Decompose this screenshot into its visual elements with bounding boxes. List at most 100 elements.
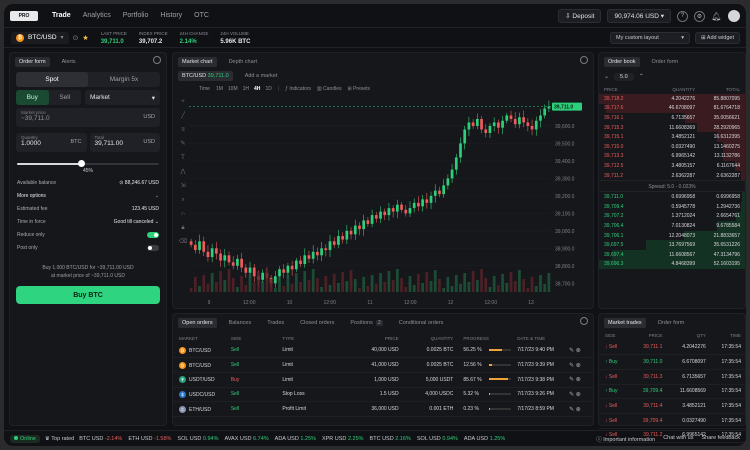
tab-market-chart[interactable]: Market chart (178, 57, 217, 67)
order-row[interactable]: ₮ USDT/USD Buy Limit 1,000 USD 5,000 USDT 85.6… (173, 372, 593, 388)
tab-spot[interactable]: Spot (16, 72, 88, 87)
bid-row[interactable]: 39,706.1 12.2048073 21.8833657 (599, 230, 745, 241)
bid-row[interactable]: 39,697.5 13.7697569 35.6531226 (599, 240, 745, 250)
order-row[interactable]: $ USDC/USD Sell Stop Loss 1.5 USD 4,000 USDC 5… (173, 387, 593, 403)
bell-icon[interactable]: 🔔︎ (711, 11, 722, 22)
more-options-row[interactable]: More options ⌄ (17, 189, 159, 202)
tab-market-trades[interactable]: Market trades (604, 318, 646, 328)
quantity-field[interactable]: Quantity 1.0000 BTC (16, 133, 87, 152)
tab-order-book[interactable]: Order book (604, 57, 640, 67)
settings-gear-icon[interactable] (153, 56, 161, 64)
total-field[interactable]: Total 39,711.00 USD (89, 133, 160, 152)
bid-row[interactable]: 39,707.2 1.3712024 2.6654761 (599, 211, 745, 222)
app-logo[interactable]: PRO (10, 10, 38, 21)
tab-alerts[interactable]: Alerts (58, 57, 80, 67)
important-info-link[interactable]: ⓘ Important information (596, 435, 655, 443)
timeframe-1d[interactable]: 1D (265, 86, 271, 92)
nav-portfolio[interactable]: Portfolio (123, 12, 149, 19)
timeframe-4h[interactable]: 4H (254, 86, 260, 92)
ask-row[interactable]: 39,712.5 3.4805157 6.1167644 (599, 161, 745, 171)
edit-icon[interactable]: ✎ (569, 407, 576, 413)
layout-select[interactable]: My custom layout ▾ (610, 32, 690, 44)
add-market-button[interactable]: Add a market (241, 71, 282, 81)
tab-conditional-orders[interactable]: Conditional orders (395, 318, 448, 328)
settings-gear-icon[interactable]: ⚙ (694, 10, 705, 22)
slider-handle[interactable] (77, 160, 85, 167)
footer-ticker[interactable]: AVAX USD 6.74% (225, 436, 269, 442)
tab-order-form[interactable]: Order form (15, 57, 50, 67)
presets-button[interactable]: ⊞ Presets (348, 86, 371, 92)
post-only-toggle[interactable] (147, 244, 159, 251)
footer-ticker[interactable]: XPR USD 2.25% (322, 436, 364, 442)
bid-row[interactable]: 39,697.4 11.6608567 47.3134796 (599, 249, 745, 260)
chevron-down-icon[interactable]: ⌄ (604, 73, 609, 80)
settings-gear-icon[interactable] (580, 56, 588, 64)
tab-balances[interactable]: Balances (225, 318, 256, 328)
settings-gear-icon[interactable] (580, 317, 588, 325)
footer-ticker[interactable]: SOL USD 0.94% (177, 436, 218, 442)
top-rated-filter[interactable]: ♛ Top rated (45, 436, 74, 442)
ask-row[interactable]: 39,711.2 2.6362287 2.6362287 (599, 170, 745, 181)
tab-chart-pair[interactable]: BTC/USD 39,711.0 (178, 71, 233, 81)
timeframe-1m[interactable]: 1M (216, 86, 223, 92)
price-field[interactable]: Market price ~39,711.0 USD (16, 108, 160, 127)
edit-icon[interactable]: ✎ (569, 377, 576, 383)
chat-link[interactable]: Chat with us (663, 435, 693, 443)
ask-row[interactable]: 39,718.2 4.2042276 85.8807095 (599, 94, 745, 104)
nav-trade[interactable]: Trade (52, 12, 71, 19)
order-type-select[interactable]: Market ▾ (85, 90, 160, 105)
sell-side-tab[interactable]: Sell (49, 90, 82, 105)
cancel-icon[interactable]: ⊗ (576, 348, 581, 354)
copy-icon[interactable]: ⊙ (73, 34, 79, 42)
feedback-link[interactable]: Share feedback (701, 435, 740, 443)
tab-positions[interactable]: Positions 2 (346, 318, 386, 328)
tab-closed-orders[interactable]: Closed orders (296, 318, 338, 328)
help-icon[interactable]: ? (677, 10, 688, 22)
reduce-only-toggle[interactable] (147, 231, 159, 238)
edit-icon[interactable]: ✎ (569, 348, 576, 354)
footer-ticker[interactable]: BTC USD -2.14% (79, 436, 122, 442)
edit-icon[interactable]: ✎ (569, 363, 576, 369)
ask-row[interactable]: 39,717.6 46.6708097 81.6764718 (599, 103, 745, 114)
nav-analytics[interactable]: Analytics (83, 12, 111, 19)
ask-row[interactable]: 39,715.0 0.0327490 13.1460275 (599, 141, 745, 152)
step-select[interactable]: 5.0 (614, 72, 634, 81)
candlestick-chart[interactable]: 39,700.039,600.039,500.039,400.039,300.0… (173, 94, 593, 308)
candles-button[interactable]: ▥ Candles (317, 86, 341, 92)
buy-side-tab[interactable]: Buy (16, 90, 49, 105)
tab-margin[interactable]: Margin 5x (88, 72, 160, 87)
ask-row[interactable]: 39,713.3 6.9965142 13.1132786 (599, 151, 745, 162)
edit-icon[interactable]: ✎ (569, 392, 576, 398)
bid-row[interactable]: 39,711.0 0.6996958 0.6996958 (599, 192, 745, 202)
footer-ticker[interactable]: ADA USD 1.25% (464, 436, 505, 442)
cancel-icon[interactable]: ⊗ (576, 392, 581, 398)
ask-row[interactable]: 39,716.1 6.7135657 35.0056621 (599, 113, 745, 123)
cancel-icon[interactable]: ⊗ (576, 363, 581, 369)
timeframe-1h[interactable]: 1H (243, 86, 249, 92)
tab-open-orders[interactable]: Open orders (178, 318, 217, 328)
cancel-icon[interactable]: ⊗ (576, 407, 581, 413)
buy-btc-button[interactable]: Buy BTC (16, 286, 160, 304)
tif-row[interactable]: Time in force Good till canceled ⌄ (17, 215, 159, 228)
chevron-up-icon[interactable]: ⌃ (639, 73, 644, 80)
indicators-button[interactable]: ƒ Indicators (285, 86, 311, 92)
bid-row[interactable]: 39,709.4 0.5945778 1.2942736 (599, 201, 745, 212)
footer-ticker[interactable]: BTC USD 2.16% (370, 436, 411, 442)
bid-row[interactable]: 39,696.3 4.8468399 52.1603195 (599, 259, 745, 270)
footer-ticker[interactable]: ADA USD 1.25% (275, 436, 316, 442)
order-row[interactable]: ₿ BTC/USD Sell Limit 41,000 USD 0.0025 BTC 12.… (173, 357, 593, 373)
tab-trades[interactable]: Trades (263, 318, 288, 328)
balance-display[interactable]: 90,974.06 USD ▾ (607, 9, 671, 23)
cancel-icon[interactable]: ⊗ (576, 377, 581, 383)
nav-otc[interactable]: OTC (194, 12, 209, 19)
bid-row[interactable]: 39,706.4 7.0130824 9.6785584 (599, 221, 745, 231)
footer-ticker[interactable]: ETH USD -1.58% (128, 436, 171, 442)
user-avatar[interactable] (728, 10, 740, 22)
amount-slider[interactable] (17, 160, 159, 168)
order-row[interactable]: Ξ ETH/USD Sell Profit Limit 36,000 USD 0.001 … (173, 401, 593, 417)
deposit-button[interactable]: ⇩ Deposit (558, 9, 602, 23)
tab-order-form-mt[interactable]: Order form (654, 318, 689, 328)
timeframe-10m[interactable]: 10M (228, 86, 238, 92)
ask-row[interactable]: 39,715.1 3.4852121 16.6312395 (599, 132, 745, 142)
pair-selector[interactable]: ₿ BTC/USD ▾ (11, 31, 69, 44)
